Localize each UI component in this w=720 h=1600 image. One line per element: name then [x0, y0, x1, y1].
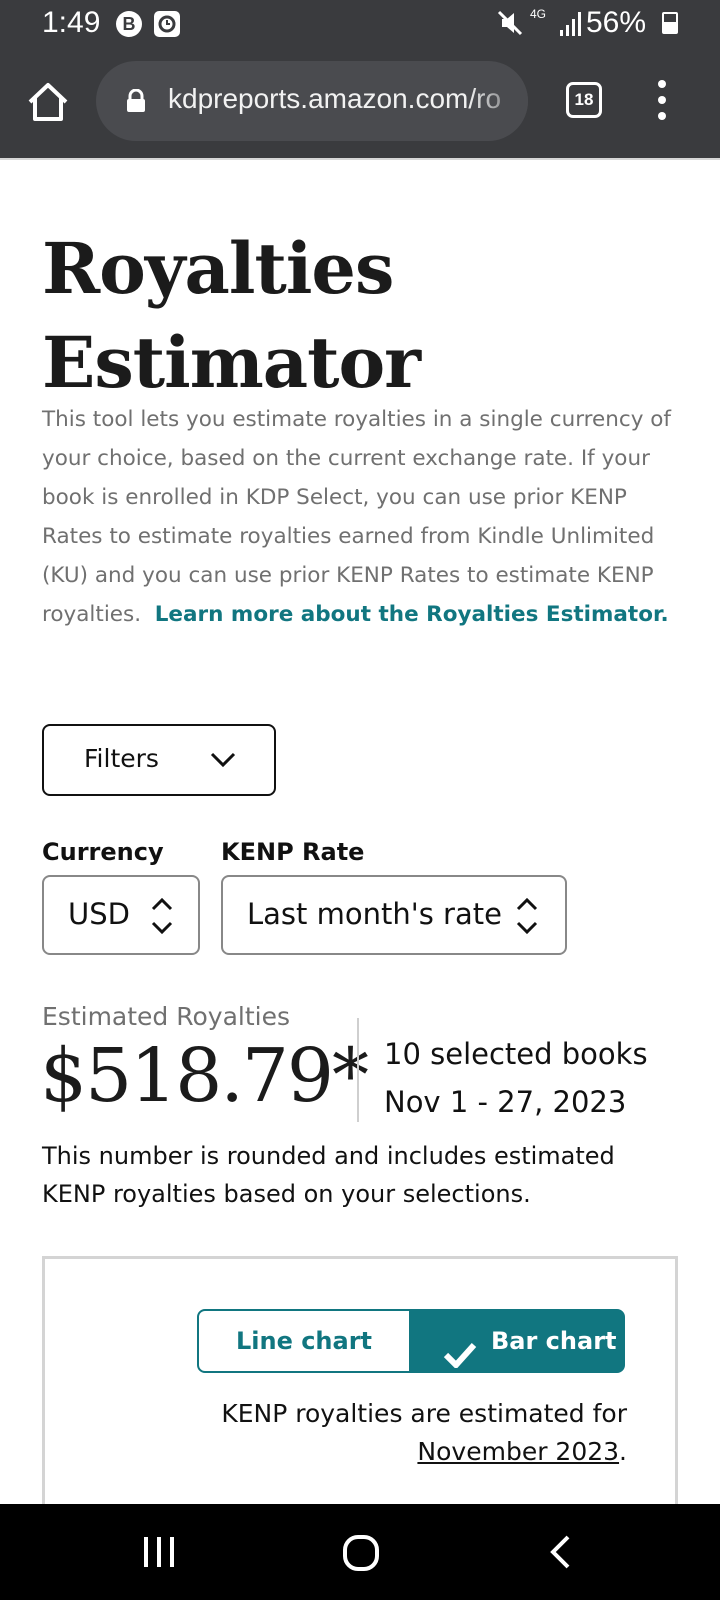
clock-notification-icon — [154, 11, 180, 37]
page-title: Royalties Estimator — [42, 227, 421, 404]
kenp-estimate-note: KENP royalties are estimated for Novembe… — [127, 1395, 627, 1471]
mute-icon — [496, 9, 524, 41]
address-bar[interactable]: kdpreports.amazon.com/ro — [96, 61, 528, 141]
recent-apps-icon[interactable] — [142, 1534, 176, 1574]
up-down-chevron-icon — [150, 895, 174, 941]
currency-value: USD — [68, 897, 130, 931]
learn-more-link[interactable]: Learn more about the Royalties Estimator… — [155, 602, 669, 627]
line-chart-toggle[interactable]: Line chart — [197, 1309, 411, 1373]
rounding-note: This number is rounded and includes esti… — [42, 1142, 615, 1208]
kenp-rate-select[interactable]: Last month's rate — [221, 875, 567, 955]
url-text: kdpreports.amazon.com/ro — [168, 83, 502, 114]
currency-label: Currency — [42, 838, 164, 866]
network-type-icon: 4G — [530, 7, 547, 21]
kenp-month-link[interactable]: November 2023 — [417, 1437, 619, 1466]
kenp-rate-value: Last month's rate — [247, 897, 502, 931]
bar-chart-label: Bar chart — [491, 1327, 617, 1355]
description-text: This tool lets you estimate royalties in… — [42, 407, 671, 627]
up-down-chevron-icon — [515, 895, 539, 941]
signal-icon — [560, 12, 584, 40]
kenp-note-prefix: KENP royalties are estimated for — [221, 1399, 627, 1428]
filters-button[interactable]: Filters — [42, 724, 276, 796]
bar-chart-toggle[interactable]: Bar chart — [411, 1309, 625, 1373]
home-icon[interactable] — [26, 80, 70, 124]
page-description: This tool lets you estimate royalties in… — [42, 400, 682, 634]
system-nav-bar — [0, 1504, 720, 1600]
lock-icon — [126, 88, 146, 117]
status-time: 1:49 — [42, 6, 101, 39]
tabs-button[interactable]: 18 — [566, 82, 602, 118]
status-bar: 1:49 B 4G 56% — [0, 0, 720, 50]
divider — [357, 1018, 359, 1122]
filters-label: Filters — [84, 744, 159, 773]
chart-card: Line chart Bar chart KENP royalties are … — [42, 1256, 678, 1516]
currency-select[interactable]: USD — [42, 875, 200, 955]
menu-icon[interactable] — [652, 80, 672, 120]
date-range: Nov 1 - 27, 2023 — [384, 1085, 627, 1119]
toolbar-shadow — [0, 158, 720, 160]
check-icon — [443, 1328, 477, 1392]
battery-icon — [662, 12, 678, 34]
selected-books-count: 10 selected books — [384, 1037, 648, 1071]
chevron-down-icon — [210, 752, 236, 772]
battery-percent: 56% — [585, 6, 646, 39]
notification-b-icon: B — [116, 11, 142, 37]
estimated-royalties-amount: $518.79* — [40, 1033, 369, 1119]
back-icon[interactable] — [548, 1534, 574, 1574]
estimated-royalties-label: Estimated Royalties — [42, 1002, 290, 1031]
kenp-rate-label: KENP Rate — [221, 838, 365, 866]
browser-toolbar: kdpreports.amazon.com/ro 18 — [0, 50, 720, 158]
home-nav-icon[interactable] — [342, 1534, 380, 1576]
kenp-note-suffix: . — [619, 1437, 627, 1466]
